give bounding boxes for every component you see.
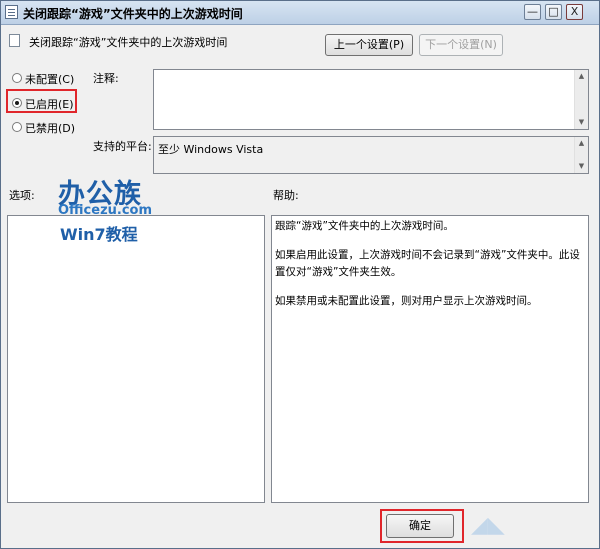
platform-field: 至少 Windows Vista ▲ ▼ <box>153 136 589 174</box>
title-bar[interactable]: 关闭跟踪“游戏”文件夹中的上次游戏时间 — □ X <box>1 1 599 25</box>
options-label: 选项: <box>9 189 35 202</box>
maximize-icon[interactable]: □ <box>545 4 562 20</box>
prev-setting-button[interactable]: 上一个设置(P) <box>325 34 413 56</box>
logo-site: Officezu.com <box>58 203 153 218</box>
radio-disabled-label[interactable]: 已禁用(D) <box>25 120 75 136</box>
radio-not-configured-label[interactable]: 未配置(C) <box>25 71 74 87</box>
watermark-mark: ◢◣ <box>471 513 505 538</box>
options-pane <box>7 215 265 503</box>
platform-scrollbar[interactable]: ▲ ▼ <box>574 137 588 173</box>
next-setting-button[interactable]: 下一个设置(N) <box>419 34 503 56</box>
comment-field[interactable]: ▲ ▼ <box>153 69 589 130</box>
help-paragraph: 如果禁用或未配置此设置，则对用户显示上次游戏时间。 <box>275 295 538 307</box>
platform-value: 至少 Windows Vista <box>158 143 264 156</box>
window-title: 关闭跟踪“游戏”文件夹中的上次游戏时间 <box>23 7 243 21</box>
help-paragraph: 跟踪“游戏”文件夹中的上次游戏时间。 <box>275 220 454 232</box>
policy-name: 关闭跟踪“游戏”文件夹中的上次游戏时间 <box>29 36 228 49</box>
help-label: 帮助: <box>273 189 299 202</box>
radio-disabled[interactable] <box>12 122 22 132</box>
scroll-up-icon[interactable]: ▲ <box>575 70 588 83</box>
policy-dialog: 关闭跟踪“游戏”文件夹中的上次游戏时间 — □ X 关闭跟踪“游戏”文件夹中的上… <box>0 0 600 549</box>
scroll-down-icon[interactable]: ▼ <box>575 116 588 129</box>
scroll-down-icon[interactable]: ▼ <box>575 160 588 173</box>
comment-label: 注释: <box>93 72 119 85</box>
enabled-highlight <box>6 89 77 113</box>
close-icon[interactable]: X <box>566 4 583 20</box>
radio-not-configured[interactable] <box>12 73 22 83</box>
platform-label: 支持的平台: <box>93 140 152 153</box>
minimize-icon[interactable]: — <box>524 4 541 20</box>
policy-icon <box>9 34 20 47</box>
help-text: 跟踪“游戏”文件夹中的上次游戏时间。 如果启用此设置，上次游戏时间不会记录到“游… <box>275 218 584 322</box>
scroll-up-icon[interactable]: ▲ <box>575 137 588 150</box>
help-pane: 跟踪“游戏”文件夹中的上次游戏时间。 如果启用此设置，上次游戏时间不会记录到“游… <box>271 215 589 503</box>
policy-icon <box>5 5 18 19</box>
logo-sub: Win7教程 <box>60 225 138 244</box>
comment-scrollbar[interactable]: ▲ ▼ <box>574 70 588 129</box>
ok-highlight <box>380 509 464 543</box>
help-paragraph: 如果启用此设置，上次游戏时间不会记录到“游戏”文件夹中。此设置仅对“游戏”文件夹… <box>275 249 580 278</box>
